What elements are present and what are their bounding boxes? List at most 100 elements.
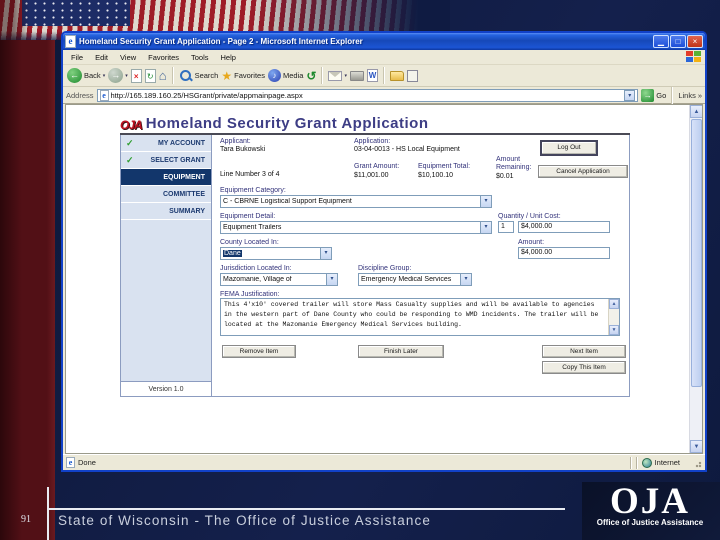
next-item-button[interactable]: Next Item — [542, 345, 626, 358]
scrollbar-thumb[interactable] — [691, 119, 702, 387]
favorites-button[interactable]: ★ Favorites — [221, 69, 265, 83]
forward-dropdown-icon[interactable]: ▾ — [125, 73, 128, 79]
status-page-icon: e — [66, 457, 75, 468]
menu-file[interactable]: File — [65, 53, 89, 62]
copy-this-item-button[interactable]: Copy This Item — [542, 361, 626, 374]
links-button[interactable]: Links » — [678, 91, 702, 100]
chevron-down-icon[interactable]: ▾ — [320, 248, 331, 259]
browser-window: e Homeland Security Grant Application - … — [61, 31, 707, 472]
chevron-down-icon[interactable]: ▾ — [326, 274, 337, 285]
county-select[interactable]: Dane ▾ — [220, 247, 332, 260]
toolbar-extra-icon[interactable] — [406, 69, 418, 82]
slide-left-strip — [0, 0, 55, 540]
app-nav: ✓ MY ACCOUNT ✓ SELECT GRANT EQUIPMENT CO… — [121, 135, 211, 396]
address-input[interactable]: e http://165.189.160.25/HSGrant/private/… — [96, 88, 639, 102]
go-label: Go — [656, 90, 667, 100]
messenger-folder-icon[interactable] — [389, 70, 404, 81]
app-main: Applicant: Tara Bukowski Application: 03… — [211, 135, 629, 396]
menu-tools[interactable]: Tools — [185, 53, 215, 62]
back-button[interactable]: ← Back ▾ — [67, 68, 105, 83]
toolbar: ← Back ▾ → ▾ × ↻ ⌂ Search ★ Favorites ♪ — [63, 65, 705, 87]
fema-justification-textarea[interactable]: This 4'x10' covered trailer will store M… — [220, 298, 620, 336]
links-chevron-icon: » — [697, 90, 702, 100]
minimize-button[interactable]: ▁ — [653, 35, 669, 48]
amount-input[interactable]: $4,000.00 — [518, 247, 610, 259]
status-zone-label: Internet — [654, 458, 680, 467]
scroll-down-icon[interactable]: ▼ — [609, 325, 619, 335]
scroll-up-icon[interactable]: ▲ — [690, 105, 702, 118]
maximize-button[interactable]: □ — [670, 35, 686, 48]
close-button[interactable]: × — [687, 35, 703, 48]
grant-amount-label: Grant Amount: — [354, 163, 400, 170]
go-button[interactable]: → Go — [641, 88, 667, 102]
url-text: http://165.189.160.25/HSGrant/private/ap… — [110, 90, 303, 100]
nav-item-my-account[interactable]: ✓ MY ACCOUNT — [121, 135, 211, 152]
media-button[interactable]: ♪ Media — [267, 69, 304, 82]
mail-button[interactable]: ▾ — [328, 70, 347, 81]
toolbar-separator-3 — [382, 67, 385, 84]
jurisdiction-value: Mazomanie, Village of — [223, 276, 292, 283]
history-icon[interactable]: ↺ — [306, 69, 316, 83]
back-dropdown-icon[interactable]: ▾ — [103, 73, 106, 79]
window-titlebar[interactable]: e Homeland Security Grant Application - … — [63, 33, 705, 50]
nav-item-select-grant[interactable]: ✓ SELECT GRANT — [121, 152, 211, 169]
scroll-down-icon[interactable]: ▼ — [690, 440, 702, 453]
page-scrollbar[interactable]: ▲ ▼ — [689, 105, 702, 453]
oja-app-logo: OJA — [120, 118, 143, 132]
equipment-detail-label: Equipment Detail: — [220, 213, 276, 220]
search-icon — [179, 69, 193, 83]
nav-item-equipment[interactable]: EQUIPMENT — [121, 169, 211, 186]
chevron-down-icon[interactable]: ▾ — [480, 222, 491, 233]
equipment-category-select[interactable]: C - CBRNE Logistical Support Equipment ▾ — [220, 195, 492, 208]
hsga-app: OJA Homeland Security Grant Application … — [120, 115, 630, 397]
nav-label: SELECT GRANT — [150, 157, 205, 164]
menu-view[interactable]: View — [114, 53, 142, 62]
discipline-value: Emergency Medical Services — [361, 276, 452, 283]
search-label: Search — [194, 71, 219, 80]
menu-help[interactable]: Help — [215, 53, 242, 62]
home-icon[interactable]: ⌂ — [159, 68, 167, 83]
oja-logo: OJA Office of Justice Assistance — [584, 481, 716, 527]
mail-dropdown-icon[interactable]: ▾ — [344, 73, 347, 79]
address-dropdown-icon[interactable]: ▾ — [624, 89, 636, 101]
jurisdiction-label: Jurisdiction Located In: — [220, 265, 292, 272]
county-selected-text: Dane — [223, 250, 242, 257]
print-icon[interactable] — [349, 70, 364, 81]
scroll-up-icon[interactable]: ▲ — [609, 299, 619, 309]
media-label: Media — [282, 71, 304, 80]
nav-item-committee[interactable]: COMMITTEE — [121, 186, 211, 203]
status-left: e Done — [66, 457, 626, 468]
status-pane-separator — [629, 456, 632, 469]
discipline-label: Discipline Group: — [358, 265, 412, 272]
chevron-down-icon[interactable]: ▾ — [480, 196, 491, 207]
unit-cost-input[interactable]: $4,000.00 — [518, 221, 610, 233]
quantity-unit-cost-label: Quantity / Unit Cost: — [498, 213, 561, 220]
windows-logo-icon — [686, 51, 702, 63]
quantity-input[interactable]: 1 — [498, 221, 514, 233]
jurisdiction-select[interactable]: Mazomanie, Village of ▾ — [220, 273, 338, 286]
footer-vertical-line — [47, 487, 49, 540]
stop-icon[interactable]: × — [130, 68, 142, 83]
finish-later-button[interactable]: Finish Later — [358, 345, 444, 358]
equipment-detail-select[interactable]: Equipment Trailers ▾ — [220, 221, 492, 234]
remove-item-button[interactable]: Remove Item — [222, 345, 296, 358]
nav-item-summary[interactable]: SUMMARY — [121, 203, 211, 220]
cancel-application-button[interactable]: Cancel Application — [538, 165, 628, 178]
menu-edit[interactable]: Edit — [89, 53, 114, 62]
forward-button[interactable]: → ▾ — [108, 68, 128, 83]
resize-grip[interactable] — [692, 457, 702, 468]
edit-with-word-icon[interactable]: W — [366, 69, 378, 82]
links-label: Links — [678, 90, 696, 100]
address-separator — [671, 86, 674, 104]
textarea-scrollbar[interactable]: ▲ ▼ — [608, 299, 619, 335]
chevron-down-icon[interactable]: ▾ — [460, 274, 471, 285]
refresh-icon[interactable]: ↻ — [144, 68, 156, 83]
search-button[interactable]: Search — [179, 69, 219, 83]
status-text: Done — [78, 458, 96, 467]
discipline-select[interactable]: Emergency Medical Services ▾ — [358, 273, 472, 286]
window-title: Homeland Security Grant Application - Pa… — [79, 37, 363, 46]
log-out-button[interactable]: Log Out — [540, 140, 598, 156]
nav-label: MY ACCOUNT — [157, 140, 205, 147]
menu-favorites[interactable]: Favorites — [142, 53, 185, 62]
oja-logo-text: OJA — [610, 481, 690, 522]
